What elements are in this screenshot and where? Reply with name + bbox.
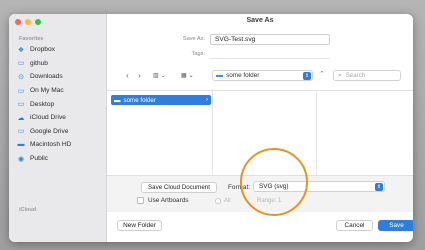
sidebar-item-label: Dropbox bbox=[30, 46, 55, 54]
chevron-updown-icon: ⇕ bbox=[303, 72, 311, 80]
desktop-icon: ▭ bbox=[17, 101, 25, 109]
save-as-input[interactable]: SVG-Test.svg bbox=[210, 34, 330, 45]
maximize-window-button[interactable] bbox=[35, 19, 41, 25]
sidebar-item-label: Public bbox=[30, 155, 48, 163]
window-controls bbox=[15, 19, 41, 25]
laptop-icon: ▭ bbox=[17, 87, 25, 95]
sidebar-item[interactable]: ▭ On My Mac bbox=[17, 84, 103, 98]
sidebar-item-label: iCloud Drive bbox=[30, 114, 66, 122]
cloud-icon: ☁ bbox=[17, 114, 25, 122]
grid-icon: ▦ bbox=[181, 73, 187, 79]
sidebar-list: ❖ Dropbox ▭ github ⊙ Downloads ▭ On My Mac ▭ Desk… bbox=[17, 43, 103, 165]
highlight-circle-annotation bbox=[240, 148, 308, 216]
column-view-button[interactable]: ▥ ⌄ bbox=[153, 70, 166, 81]
sidebar-item-label: github bbox=[30, 59, 48, 67]
new-folder-button[interactable]: New Folder bbox=[117, 220, 162, 231]
back-button[interactable]: ‹ bbox=[123, 70, 132, 81]
sidebar-item-label: Google Drive bbox=[30, 127, 69, 135]
main-panel: Save As Save As: SVG-Test.svg Tags: ‹ › … bbox=[107, 14, 413, 242]
chevron-updown-icon: ⇕ bbox=[375, 183, 383, 191]
cancel-button[interactable]: Cancel bbox=[336, 220, 373, 231]
group-view-button[interactable]: ▦ ⌄ bbox=[181, 70, 194, 81]
downloads-icon: ⊙ bbox=[18, 73, 24, 81]
sidebar-item-label: On My Mac bbox=[30, 87, 64, 95]
all-artboards-option[interactable]: All bbox=[215, 198, 231, 204]
chevron-down-icon: ⌄ bbox=[160, 73, 166, 79]
icloud-heading: iCloud bbox=[19, 207, 37, 213]
chevron-right-icon: › bbox=[206, 97, 208, 103]
browser-column-3 bbox=[317, 91, 413, 177]
save-button[interactable]: Save bbox=[378, 220, 413, 231]
location-label: some folder bbox=[226, 72, 260, 79]
folder-icon: ▬ bbox=[114, 96, 121, 104]
sidebar-item[interactable]: ▬ Macintosh HD bbox=[17, 138, 103, 152]
sidebar-item-label: Macintosh HD bbox=[30, 141, 72, 149]
folder-icon: ▭ bbox=[17, 128, 25, 136]
chevron-down-icon: ⌄ bbox=[188, 73, 194, 79]
browser-toolbar: ‹ › ▥ ⌄ ▦ ⌄ ▬ some folder ⇕ ⌃ ⌕ Search bbox=[107, 68, 413, 84]
search-icon: ⌕ bbox=[338, 71, 342, 79]
tags-input[interactable] bbox=[210, 49, 330, 59]
sidebar: Favorites ❖ Dropbox ▭ github ⊙ Downloads ▭ On M… bbox=[9, 14, 107, 242]
minimize-window-button[interactable] bbox=[25, 19, 31, 25]
search-placeholder: Search bbox=[345, 72, 366, 79]
sidebar-item[interactable]: ⊙ Downloads bbox=[17, 70, 103, 84]
columns-icon: ▥ bbox=[153, 73, 159, 79]
folder-icon: ▭ bbox=[17, 60, 25, 68]
sidebar-item[interactable]: ❖ Dropbox bbox=[17, 43, 103, 57]
search-input[interactable]: ⌕ Search bbox=[333, 70, 401, 81]
save-as-label: Save As: bbox=[182, 36, 205, 42]
sidebar-item-label: Downloads bbox=[30, 73, 63, 81]
favorites-heading: Favorites bbox=[19, 36, 44, 42]
sidebar-item[interactable]: ◉ Public bbox=[17, 152, 103, 166]
chevron-left-icon: ‹ bbox=[126, 71, 129, 80]
all-label: All bbox=[224, 198, 231, 204]
close-window-button[interactable] bbox=[15, 19, 21, 25]
save-as-dialog: Favorites ❖ Dropbox ▭ github ⊙ Downloads ▭ On M… bbox=[9, 14, 413, 242]
location-select[interactable]: ▬ some folder ⇕ bbox=[212, 70, 313, 81]
chevron-right-icon: › bbox=[138, 71, 141, 80]
list-item-selected-folder[interactable]: ▬ some folder › bbox=[111, 95, 211, 105]
use-artboards-option[interactable]: Use Artboards bbox=[137, 197, 189, 204]
dialog-title: Save As bbox=[246, 17, 274, 24]
tags-label: Tags: bbox=[191, 51, 205, 57]
forward-button[interactable]: › bbox=[135, 70, 144, 81]
sidebar-item-label: Desktop bbox=[30, 100, 55, 108]
public-icon: ◉ bbox=[17, 155, 25, 163]
all-radio[interactable] bbox=[215, 198, 221, 204]
use-artboards-label: Use Artboards bbox=[148, 197, 189, 204]
folder-name: some folder bbox=[123, 96, 156, 104]
save-cloud-document-button[interactable]: Save Cloud Document bbox=[141, 182, 217, 193]
sidebar-item[interactable]: ☁ iCloud Drive bbox=[17, 111, 103, 125]
browser-column-1: ▬ some folder › bbox=[107, 91, 213, 177]
dropbox-icon: ❖ bbox=[17, 46, 25, 54]
use-artboards-checkbox[interactable] bbox=[137, 197, 144, 204]
collapse-button[interactable]: ⌃ bbox=[319, 70, 325, 78]
sidebar-item[interactable]: ▭ github bbox=[17, 57, 103, 71]
sidebar-item[interactable]: ▭ Desktop bbox=[17, 97, 103, 111]
disk-icon: ▬ bbox=[17, 141, 25, 149]
sidebar-item[interactable]: ▭ Google Drive bbox=[17, 125, 103, 139]
folder-icon: ▬ bbox=[216, 72, 223, 79]
